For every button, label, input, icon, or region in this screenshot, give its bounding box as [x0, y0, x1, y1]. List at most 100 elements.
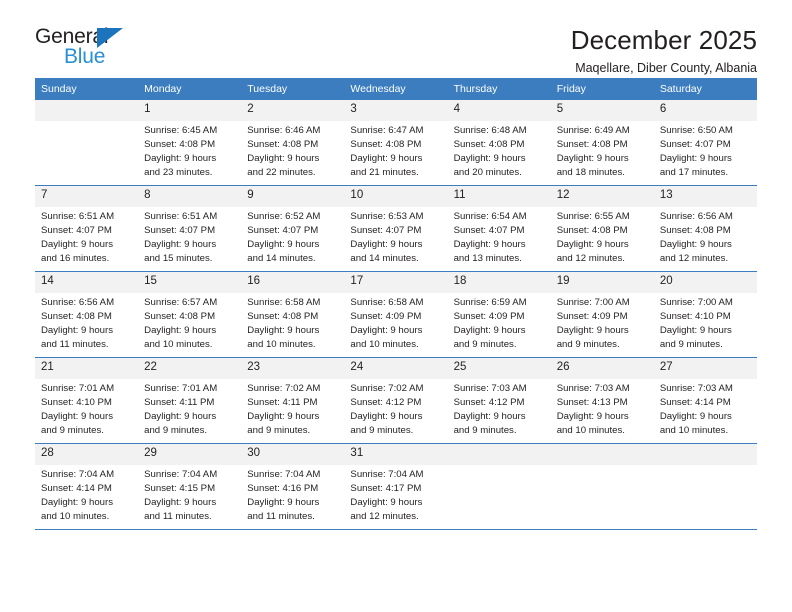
- daylight-text-line1: Daylight: 9 hours: [453, 153, 526, 164]
- day-cell-inner: 13 Sunrise: 6:56 AM Sunset: 4:08 PM Dayligh…: [653, 186, 757, 271]
- daylight-text-line2: and 9 minutes.: [144, 425, 208, 436]
- day-cell-inner: 25 Sunrise: 7:03 AM Sunset: 4:12 PM Dayligh…: [447, 358, 551, 443]
- calendar-day-cell[interactable]: 20 Sunrise: 7:00 AM Sunset: 4:10 PM Dayligh…: [653, 271, 757, 358]
- calendar-header-row: Sunday Monday Tuesday Wednesday Thursday…: [35, 78, 757, 100]
- calendar-day-cell[interactable]: 5 Sunrise: 6:49 AM Sunset: 4:08 PM Daylight…: [550, 100, 654, 186]
- calendar-day-cell[interactable]: 26 Sunrise: 7:03 AM Sunset: 4:13 PM Dayligh…: [550, 357, 654, 444]
- calendar-day-cell[interactable]: 1 Sunrise: 6:45 AM Sunset: 4:08 PM Daylight…: [138, 100, 242, 186]
- daylight-text-line2: and 10 minutes.: [41, 511, 110, 522]
- calendar-day-cell[interactable]: 15 Sunrise: 6:57 AM Sunset: 4:08 PM Dayligh…: [138, 271, 242, 358]
- calendar-day-cell[interactable]: 29 Sunrise: 7:04 AM Sunset: 4:15 PM Dayligh…: [138, 443, 242, 529]
- sunset-text: Sunset: 4:14 PM: [41, 483, 112, 494]
- calendar-day-cell[interactable]: 7 Sunrise: 6:51 AM Sunset: 4:07 PM Daylight…: [35, 185, 139, 272]
- daylight-text-line2: and 11 minutes.: [41, 339, 109, 350]
- sunrise-text: Sunrise: 7:03 AM: [659, 383, 733, 394]
- calendar-day-cell[interactable]: 14 Sunrise: 6:56 AM Sunset: 4:08 PM Dayligh…: [35, 271, 139, 358]
- sunrise-text: Sunrise: 6:57 AM: [144, 297, 218, 308]
- day-cell-inner: 7 Sunrise: 6:51 AM Sunset: 4:07 PM Daylight…: [35, 186, 139, 271]
- sunset-text: Sunset: 4:08 PM: [556, 139, 628, 150]
- calendar-day-cell[interactable]: 25 Sunrise: 7:03 AM Sunset: 4:12 PM Dayligh…: [447, 357, 551, 444]
- calendar-day-cell[interactable]: 6 Sunrise: 6:50 AM Sunset: 4:07 PM Daylight…: [653, 100, 757, 186]
- day-number: 22: [138, 358, 242, 379]
- day-sun-info: Sunrise: 6:57 AM Sunset: 4:08 PM Daylight:…: [138, 293, 241, 352]
- day-sun-info: Sunrise: 7:01 AM Sunset: 4:10 PM Daylight:…: [35, 379, 138, 438]
- daylight-text-line1: Daylight: 9 hours: [453, 411, 526, 422]
- sunrise-text: Sunrise: 7:04 AM: [350, 469, 424, 480]
- daylight-text-line2: and 11 minutes.: [247, 511, 315, 522]
- day-number: [35, 100, 139, 121]
- daylight-text-line1: Daylight: 9 hours: [350, 497, 423, 508]
- day-cell-inner: 3 Sunrise: 6:47 AM Sunset: 4:08 PM Daylight…: [344, 100, 448, 185]
- daylight-text-line1: Daylight: 9 hours: [350, 411, 423, 422]
- calendar-day-cell[interactable]: 9 Sunrise: 6:52 AM Sunset: 4:07 PM Daylight…: [241, 185, 345, 272]
- day-cell-inner: 6 Sunrise: 6:50 AM Sunset: 4:07 PM Daylight…: [653, 100, 757, 185]
- calendar-page: General Blue December 2025 Maqellare, Di…: [0, 0, 792, 612]
- day-number: 26: [550, 358, 654, 379]
- day-cell-inner: 22 Sunrise: 7:01 AM Sunset: 4:11 PM Dayligh…: [138, 358, 242, 443]
- daylight-text-line1: Daylight: 9 hours: [556, 153, 629, 164]
- calendar-day-cell[interactable]: 24 Sunrise: 7:02 AM Sunset: 4:12 PM Dayligh…: [344, 357, 448, 444]
- calendar-day-cell[interactable]: 23 Sunrise: 7:02 AM Sunset: 4:11 PM Dayligh…: [241, 357, 345, 444]
- day-cell-inner: 24 Sunrise: 7:02 AM Sunset: 4:12 PM Dayligh…: [344, 358, 448, 443]
- calendar-day-cell[interactable]: 12 Sunrise: 6:55 AM Sunset: 4:08 PM Dayligh…: [550, 185, 654, 272]
- sunrise-text: Sunrise: 6:50 AM: [659, 125, 733, 136]
- sunset-text: Sunset: 4:08 PM: [41, 311, 112, 322]
- calendar-day-cell[interactable]: 8 Sunrise: 6:51 AM Sunset: 4:07 PM Daylight…: [138, 185, 242, 272]
- sunrise-text: Sunrise: 6:56 AM: [41, 297, 115, 308]
- daylight-text-line2: and 10 minutes.: [350, 339, 419, 350]
- sunrise-text: Sunrise: 7:02 AM: [350, 383, 424, 394]
- calendar-day-cell[interactable]: 16 Sunrise: 6:58 AM Sunset: 4:08 PM Dayligh…: [241, 271, 345, 358]
- calendar-day-cell[interactable]: 3 Sunrise: 6:47 AM Sunset: 4:08 PM Daylight…: [344, 100, 448, 186]
- daylight-text-line1: Daylight: 9 hours: [556, 411, 629, 422]
- day-number: 21: [35, 358, 139, 379]
- day-sun-info: Sunrise: 7:00 AM Sunset: 4:10 PM Daylight:…: [654, 293, 757, 352]
- day-number: 3: [344, 100, 448, 121]
- calendar-day-cell[interactable]: 21 Sunrise: 7:01 AM Sunset: 4:10 PM Dayligh…: [35, 357, 139, 444]
- calendar-day-cell[interactable]: 30 Sunrise: 7:04 AM Sunset: 4:16 PM Dayligh…: [241, 443, 345, 529]
- daylight-text-line2: and 20 minutes.: [453, 167, 522, 178]
- sunset-text: Sunset: 4:15 PM: [144, 483, 216, 494]
- daylight-text-line1: Daylight: 9 hours: [350, 153, 423, 164]
- daylight-text-line2: and 10 minutes.: [144, 339, 213, 350]
- calendar-day-cell[interactable]: 22 Sunrise: 7:01 AM Sunset: 4:11 PM Dayligh…: [138, 357, 242, 444]
- daylight-text-line2: and 12 minutes.: [659, 253, 729, 264]
- calendar-day-cell[interactable]: 13 Sunrise: 6:56 AM Sunset: 4:08 PM Dayligh…: [653, 185, 757, 272]
- sunrise-text: Sunrise: 7:04 AM: [41, 469, 115, 480]
- day-number: 23: [241, 358, 345, 379]
- calendar-day-cell[interactable]: 10 Sunrise: 6:53 AM Sunset: 4:07 PM Dayligh…: [344, 185, 448, 272]
- calendar-week-row: 28 Sunrise: 7:04 AM Sunset: 4:14 PM Dayligh…: [35, 443, 757, 529]
- day-number: 30: [241, 444, 345, 465]
- calendar-day-cell[interactable]: 19 Sunrise: 7:00 AM Sunset: 4:09 PM Dayligh…: [550, 271, 654, 358]
- daylight-text-line2: and 21 minutes.: [350, 167, 419, 178]
- day-cell-inner: 5 Sunrise: 6:49 AM Sunset: 4:08 PM Daylight…: [550, 100, 654, 185]
- sunrise-text: Sunrise: 7:04 AM: [247, 469, 321, 480]
- calendar-day-cell[interactable]: 27 Sunrise: 7:03 AM Sunset: 4:14 PM Dayligh…: [653, 357, 757, 444]
- calendar-week-row: 21 Sunrise: 7:01 AM Sunset: 4:10 PM Dayligh…: [35, 357, 757, 444]
- sunset-text: Sunset: 4:10 PM: [41, 397, 112, 408]
- daylight-text-line2: and 10 minutes.: [556, 425, 625, 436]
- calendar-day-cell[interactable]: 18 Sunrise: 6:59 AM Sunset: 4:09 PM Dayligh…: [447, 271, 551, 358]
- page-subtitle: Maqellare, Diber County, Albania: [575, 61, 757, 76]
- day-cell-inner: 10 Sunrise: 6:53 AM Sunset: 4:07 PM Dayligh…: [344, 186, 448, 271]
- day-number: 8: [138, 186, 242, 207]
- sunrise-text: Sunrise: 6:56 AM: [659, 211, 733, 222]
- calendar-day-cell[interactable]: 28 Sunrise: 7:04 AM Sunset: 4:14 PM Dayligh…: [35, 443, 139, 529]
- day-sun-info: Sunrise: 7:04 AM Sunset: 4:16 PM Daylight:…: [241, 465, 344, 524]
- sunset-text: Sunset: 4:14 PM: [659, 397, 731, 408]
- calendar-week-row: 7 Sunrise: 6:51 AM Sunset: 4:07 PM Daylight…: [35, 185, 757, 272]
- daylight-text-line1: Daylight: 9 hours: [659, 153, 732, 164]
- brand-logo[interactable]: General Blue: [35, 26, 165, 74]
- calendar-day-cell[interactable]: 2 Sunrise: 6:46 AM Sunset: 4:08 PM Daylight…: [241, 100, 345, 186]
- calendar-day-cell[interactable]: 4 Sunrise: 6:48 AM Sunset: 4:08 PM Daylight…: [447, 100, 551, 186]
- page-header: General Blue December 2025 Maqellare, Di…: [35, 0, 757, 74]
- day-sun-info: Sunrise: 6:58 AM Sunset: 4:09 PM Daylight:…: [344, 293, 447, 352]
- calendar-day-cell[interactable]: 17 Sunrise: 6:58 AM Sunset: 4:09 PM Dayligh…: [344, 271, 448, 358]
- day-cell-inner: 2 Sunrise: 6:46 AM Sunset: 4:08 PM Daylight…: [241, 100, 345, 185]
- day-sun-info: Sunrise: 7:03 AM Sunset: 4:14 PM Daylight:…: [654, 379, 757, 438]
- title-block: December 2025 Maqellare, Diber County, A…: [571, 25, 757, 76]
- calendar-day-cell[interactable]: 31 Sunrise: 7:04 AM Sunset: 4:17 PM Dayligh…: [344, 443, 448, 529]
- sunrise-text: Sunrise: 6:52 AM: [247, 211, 321, 222]
- day-sun-info: Sunrise: 7:04 AM Sunset: 4:17 PM Daylight:…: [344, 465, 447, 524]
- calendar-day-cell[interactable]: 11 Sunrise: 6:54 AM Sunset: 4:07 PM Dayligh…: [447, 185, 551, 272]
- day-number: 28: [35, 444, 139, 465]
